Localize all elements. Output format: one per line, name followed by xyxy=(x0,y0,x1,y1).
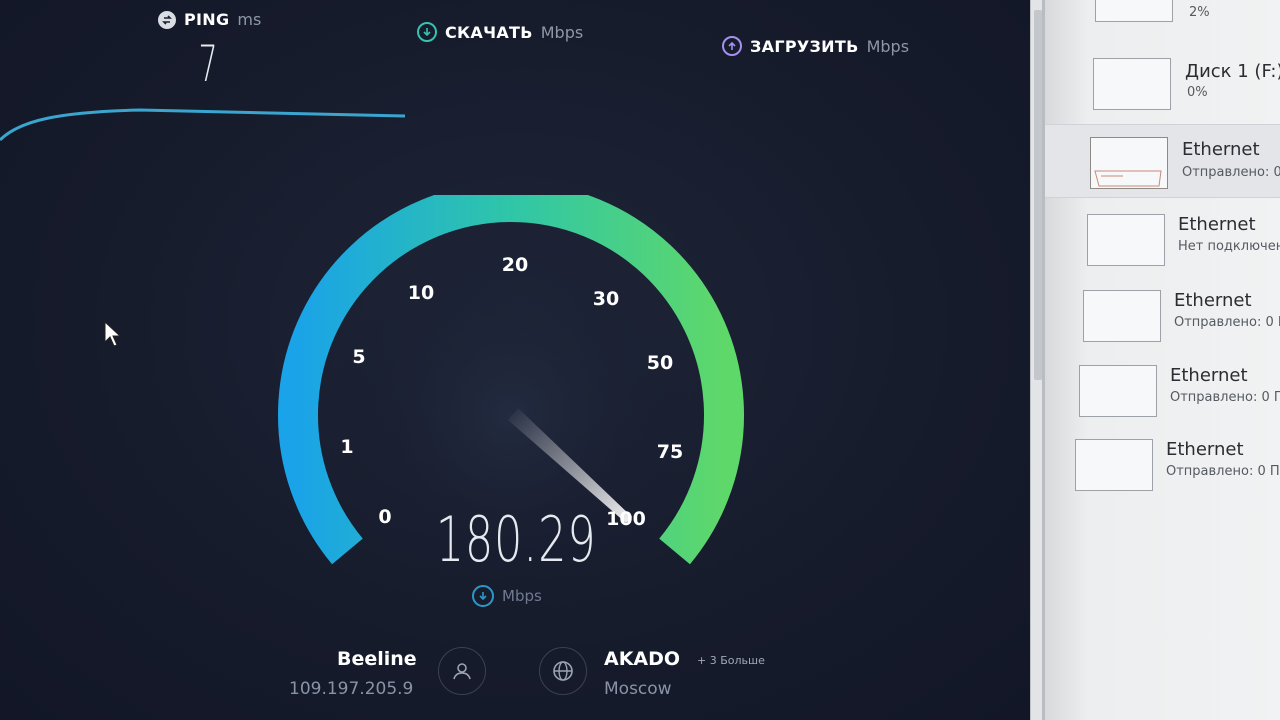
download-metric: СКАЧАТЬ Mbps xyxy=(417,22,583,42)
ping-graph xyxy=(0,108,406,142)
tm-item-sub: Отправлено: 0 П xyxy=(1174,315,1280,330)
tm-item-title: Ethernet xyxy=(1178,214,1256,235)
download-small-icon xyxy=(472,585,494,607)
user-button[interactable] xyxy=(438,647,486,695)
upload-metric: ЗАГРУЗИТЬ Mbps xyxy=(722,36,909,56)
tm-item-cpu[interactable]: 2% xyxy=(1045,0,1280,32)
upload-label: ЗАГРУЗИТЬ xyxy=(750,36,859,56)
tm-item-sub: 0% xyxy=(1187,85,1208,100)
gauge-tick-0: 0 xyxy=(378,506,391,528)
provider-name: Beeline xyxy=(337,648,417,670)
tm-item-ethernet-3[interactable]: Ethernet Отправлено: 0 П xyxy=(1045,287,1280,359)
speed-unit: Mbps xyxy=(502,587,542,605)
user-icon xyxy=(453,663,471,680)
tm-graph-thumb xyxy=(1083,290,1161,342)
tm-graph-thumb xyxy=(1090,137,1168,189)
gauge-tick-50: 50 xyxy=(647,352,673,374)
gauge-tick-20: 20 xyxy=(502,254,528,276)
tm-item-title: Ethernet xyxy=(1166,439,1244,460)
tm-item-sub: Нет подключен xyxy=(1178,239,1280,254)
download-unit: Mbps xyxy=(540,22,584,42)
download-icon xyxy=(417,22,437,42)
upload-unit: Mbps xyxy=(866,36,910,56)
tm-item-title: Ethernet xyxy=(1182,139,1260,160)
tm-graph-thumb xyxy=(1095,0,1173,22)
tm-item-disk[interactable]: Диск 1 (F:) 0% xyxy=(1045,55,1280,127)
gauge-tick-10: 10 xyxy=(408,282,434,304)
tm-graph-thumb xyxy=(1075,439,1153,491)
tm-item-title: Ethernet xyxy=(1174,290,1252,311)
server-name: AKADO xyxy=(604,648,681,670)
gauge-tick-30: 30 xyxy=(593,288,619,310)
server-city: Moscow xyxy=(604,679,672,699)
server-more-link[interactable]: + 3 Больше xyxy=(697,654,765,667)
speedtest-window: PING ms 7 СКАЧАТЬ Mbps ЗАГРУЗИТЬ Mbps 0 … xyxy=(0,0,1042,720)
upload-icon xyxy=(722,36,742,56)
gauge-tick-1: 1 xyxy=(340,436,353,458)
mouse-cursor-icon xyxy=(104,320,122,347)
tm-item-title: Ethernet xyxy=(1170,365,1248,386)
tm-graph-thumb xyxy=(1087,214,1165,266)
ping-value: 7 xyxy=(198,35,218,93)
tm-graph-thumb xyxy=(1093,58,1171,110)
scrollbar-thumb[interactable] xyxy=(1034,10,1042,380)
tm-item-title: Диск 1 (F:) xyxy=(1185,61,1280,82)
ping-label: PING xyxy=(184,10,230,29)
tm-item-sub: Отправлено: 0 xyxy=(1182,165,1280,180)
server-button[interactable] xyxy=(539,647,587,695)
globe-icon xyxy=(553,661,573,681)
ping-icon xyxy=(158,10,176,29)
ping-unit: ms xyxy=(237,10,262,29)
download-label: СКАЧАТЬ xyxy=(445,22,533,42)
gauge-tick-75: 75 xyxy=(657,441,683,463)
tm-item-ethernet-1[interactable]: Ethernet Отправлено: 0 xyxy=(1045,124,1280,198)
tm-item-sub: Отправлено: 0 П xyxy=(1170,390,1280,405)
gauge-tick-5: 5 xyxy=(352,346,365,368)
tm-item-sub: 2% xyxy=(1189,5,1210,20)
task-manager-panel: 2% Диск 1 (F:) 0% Ethernet Отправлено: 0… xyxy=(1042,0,1280,720)
tm-item-ethernet-4[interactable]: Ethernet Отправлено: 0 П xyxy=(1045,362,1280,434)
tm-graph-thumb xyxy=(1079,365,1157,417)
speed-value: 180.29 xyxy=(435,503,597,576)
tm-item-ethernet-5[interactable]: Ethernet Отправлено: 0 П xyxy=(1045,436,1280,508)
provider-ip: 109.197.205.9 xyxy=(289,679,414,699)
tm-item-ethernet-2[interactable]: Ethernet Нет подключен xyxy=(1045,210,1280,282)
tm-item-sub: Отправлено: 0 П xyxy=(1166,464,1280,479)
ping-metric: PING ms xyxy=(158,10,261,29)
speed-unit-row: Mbps xyxy=(472,585,542,607)
